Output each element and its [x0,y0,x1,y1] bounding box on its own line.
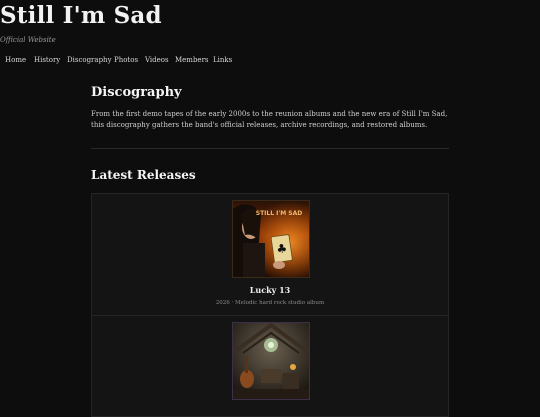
nav-item-discography[interactable]: Discography [67,56,112,64]
site-header: Still I'm Sad Official Website Home Hist… [0,0,540,80]
main-nav: Home History Discography Photos Videos M… [0,56,540,68]
cover-band-text: STILL I'M SAD [256,210,302,217]
latest-releases-heading: Latest Releases [91,168,196,182]
album-cover[interactable]: ♣ STILL I'M SAD [232,200,310,278]
intro-text: From the first demo tapes of the early 2… [91,110,448,129]
nav-item-members[interactable]: Members [175,56,209,64]
page-title: Discography [91,85,182,100]
release-title[interactable]: Lucky 13 [92,285,448,295]
nav-item-photos[interactable]: Photos [114,56,138,64]
site-title[interactable]: Still I'm Sad [0,2,162,29]
section-divider [91,148,449,149]
nav-item-videos[interactable]: Videos [145,56,169,64]
club-card-icon: ♣ [275,241,288,256]
nav-item-home[interactable]: Home [5,56,26,64]
release-card[interactable]: ♣ STILL I'M SAD Lucky 13 2026 · Melodic … [91,193,449,317]
release-card[interactable] [91,315,449,417]
nav-item-links[interactable]: Links [213,56,232,64]
nav-item-history[interactable]: History [34,56,60,64]
release-meta: 2026 · Melodic hard rock studio album [215,300,325,306]
site-tagline: Official Website [0,36,56,44]
lucky-13-cover-art: ♣ STILL I'M SAD [233,201,309,277]
attic-still-life-icon [233,323,309,399]
album-cover[interactable] [232,322,310,400]
